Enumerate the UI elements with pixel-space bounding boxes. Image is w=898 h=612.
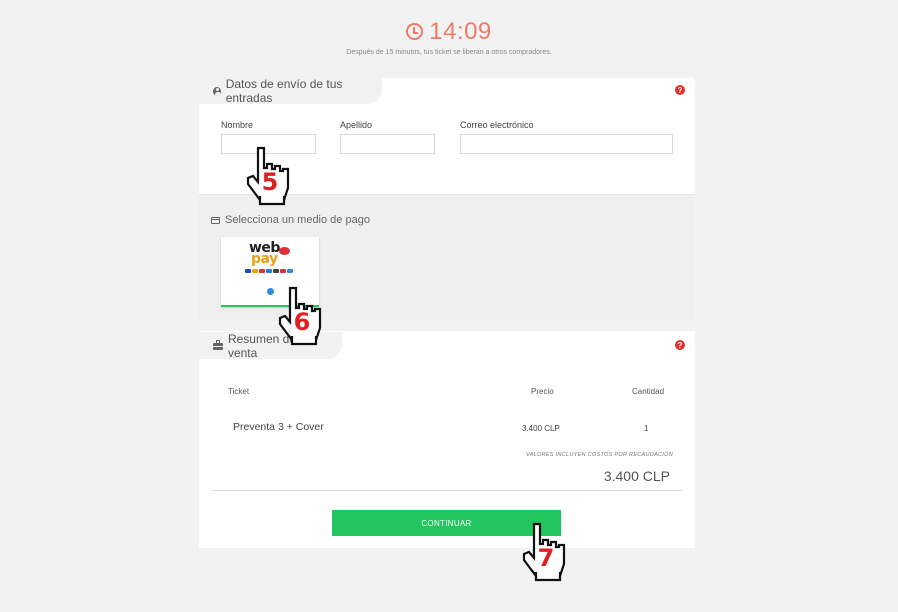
payment-title: Selecciona un medio de pago (225, 214, 370, 226)
payment-section: Selecciona un medio de pago web pay (199, 194, 695, 321)
help-icon[interactable]: ? (675, 85, 685, 95)
shipping-header: Datos de envío de tus entradas (199, 77, 382, 105)
last-name-label: Apellido (340, 120, 373, 130)
briefcase-icon (213, 340, 223, 350)
hand-pointer-icon: 5 (244, 144, 296, 210)
email-input[interactable] (460, 134, 673, 154)
summary-section: Resumen de venta ? Ticket Precio Cantida… (199, 331, 695, 548)
countdown-timer: 14:09 (0, 18, 898, 46)
step-marker-5: 5 (261, 168, 279, 196)
ticket-quantity: 1 (644, 424, 649, 433)
hand-pointer-icon: 7 (520, 520, 572, 586)
hand-pointer-icon: 6 (276, 284, 328, 350)
card-brands-icons (245, 269, 293, 273)
total-amount: 3.400 CLP (603, 468, 670, 484)
column-header-ticket: Ticket (228, 387, 250, 396)
column-header-quantity: Cantidad (632, 387, 665, 396)
webpay-info-icon (267, 288, 274, 295)
divider (212, 490, 682, 491)
clock-icon (406, 23, 424, 40)
credit-card-icon (211, 216, 220, 224)
first-name-label: Nombre (221, 120, 254, 130)
webpay-logo: web pay (249, 240, 280, 267)
payment-header: Selecciona un medio de pago (211, 214, 370, 226)
webpay-plus-badge-icon (279, 247, 290, 255)
help-icon[interactable]: ? (675, 340, 685, 350)
email-label: Correo electrónico (460, 120, 534, 130)
last-name-input[interactable] (340, 134, 435, 154)
ticket-price: 3.400 CLP (522, 424, 560, 433)
fee-note: VALORES INCLUYEN COSTOS POR RECAUDACIÓN (526, 452, 673, 458)
timer-note: Después de 15 minutos, tus ticket se lib… (346, 49, 552, 56)
column-header-price: Precio (531, 387, 554, 396)
step-marker-7: 7 (537, 544, 555, 572)
step-marker-6: 6 (293, 308, 311, 336)
timer-value: 14:09 (429, 18, 492, 45)
shipping-title: Datos de envío de tus entradas (225, 77, 343, 105)
user-icon (213, 86, 221, 96)
ticket-name: Preventa 3 + Cover (233, 421, 324, 433)
